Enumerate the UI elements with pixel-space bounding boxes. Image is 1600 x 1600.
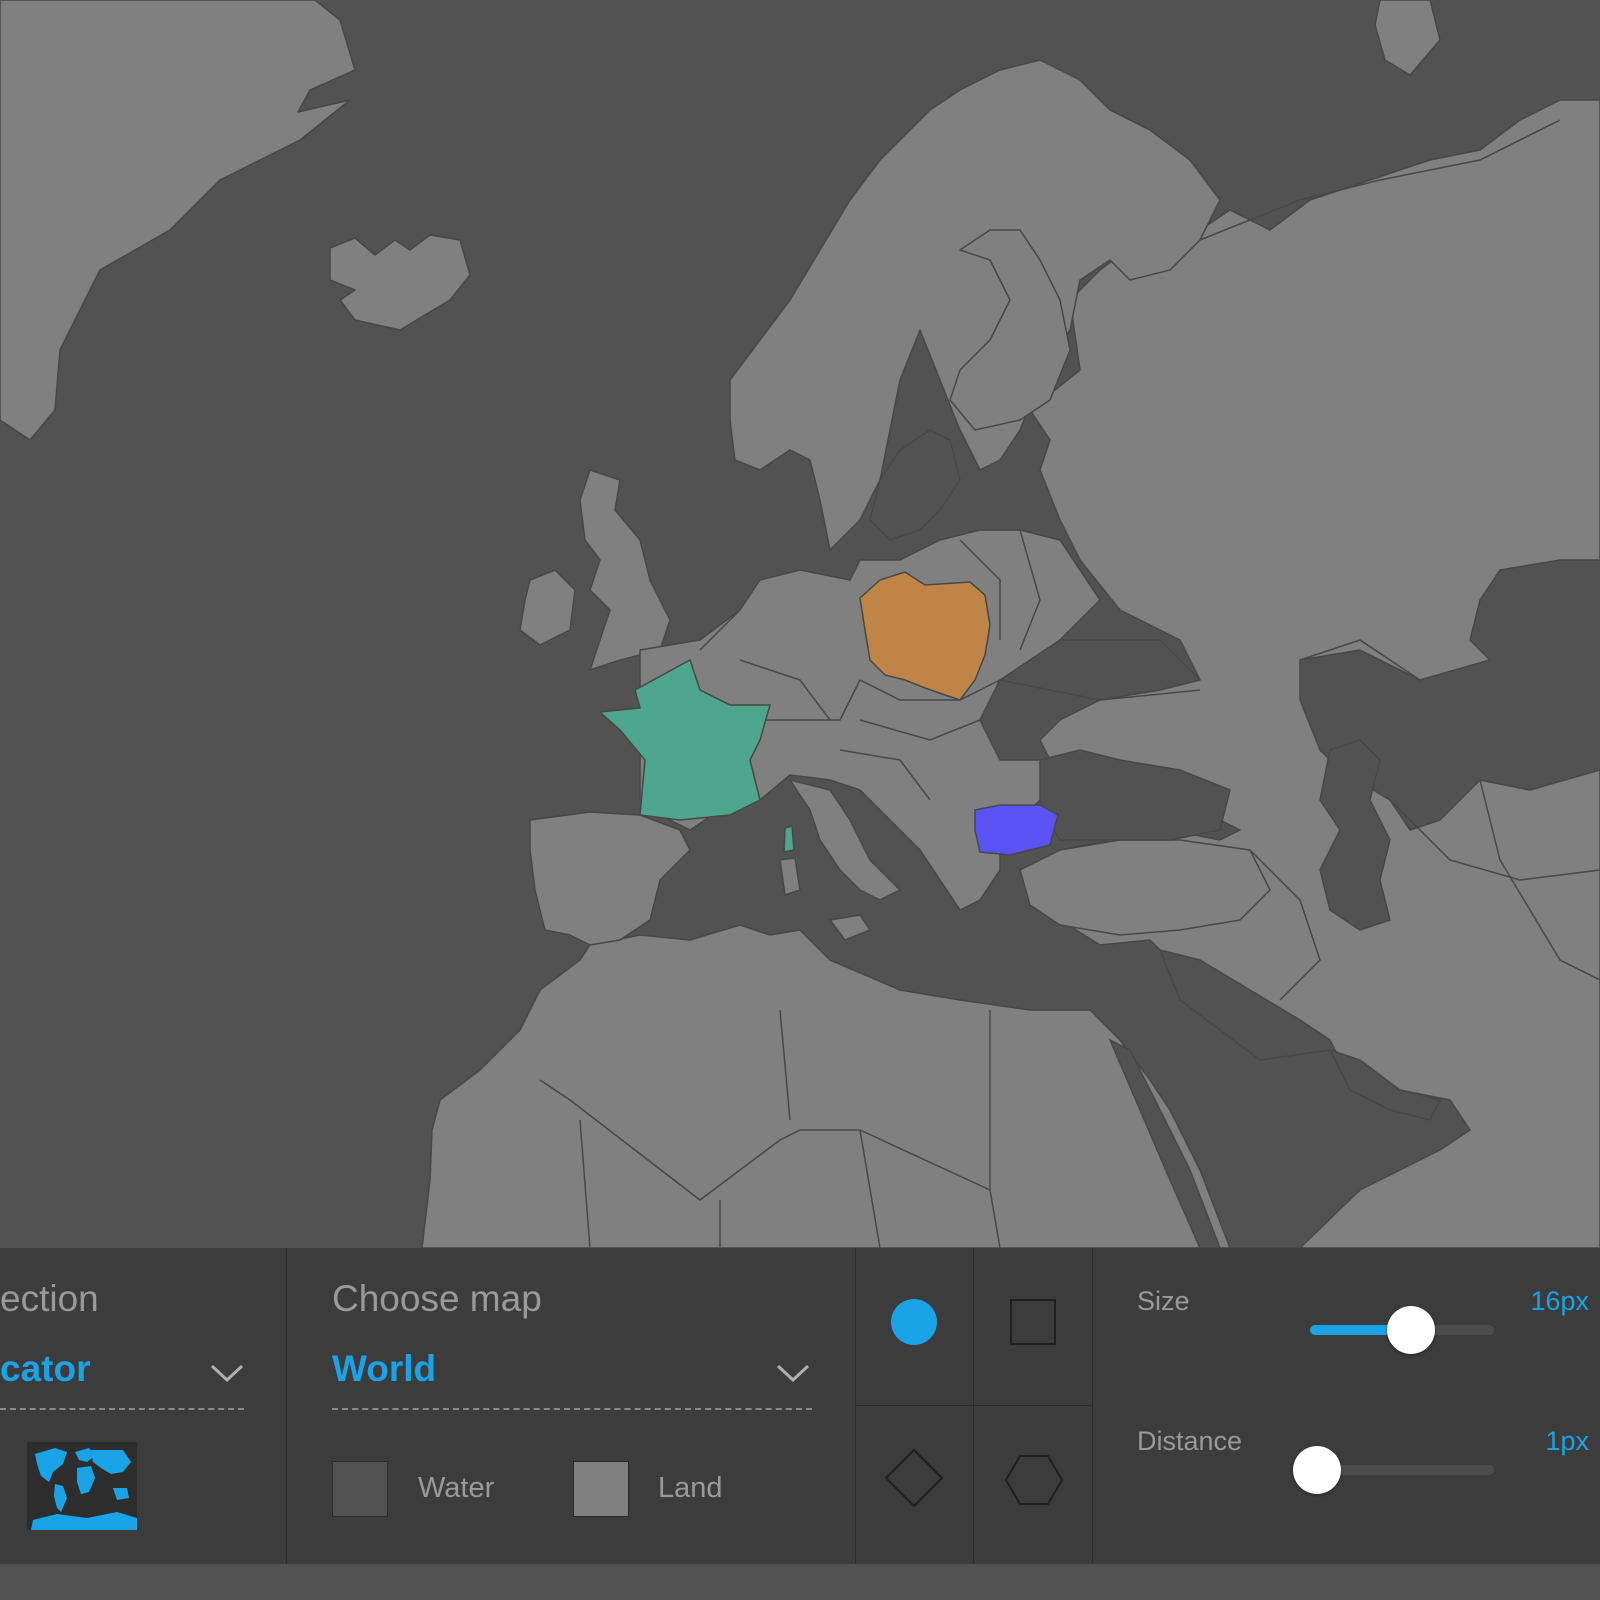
distance-value: 1px [1545, 1426, 1589, 1456]
size-slider-thumb[interactable] [1387, 1306, 1436, 1354]
projection-heading: ection [0, 1278, 99, 1319]
country-bulgaria[interactable] [974, 804, 1059, 856]
country-france-corsica[interactable] [783, 825, 795, 853]
shape-diamond-button[interactable] [856, 1406, 974, 1560]
land-iceland [329, 234, 471, 331]
map-choice-section: Choose map World Water Land [287, 1248, 855, 1564]
land-iberia [529, 811, 691, 946]
chevron-down-icon[interactable] [209, 1362, 245, 1384]
map-select-underline [332, 1408, 812, 1410]
distance-label: Distance [1137, 1426, 1243, 1456]
shape-square-button[interactable] [974, 1248, 1092, 1402]
land-sicily [829, 914, 871, 941]
projection-select[interactable]: cator [0, 1348, 90, 1390]
water-label: Water [418, 1472, 495, 1504]
projection-section: ection cator [0, 1248, 286, 1564]
land-label: Land [658, 1472, 723, 1504]
land-anatolia [1019, 839, 1271, 936]
distance-slider[interactable] [1293, 1446, 1494, 1494]
map-settings-panel: ection cator Choose map World Water Land… [0, 1248, 1600, 1564]
divider [973, 1248, 974, 1564]
land-arctic-island [1374, 0, 1441, 76]
land-sardinia [779, 857, 801, 896]
land-ireland [519, 569, 576, 646]
diamond-icon [884, 1448, 944, 1508]
water-color-swatch[interactable] [332, 1461, 388, 1517]
land-color-swatch[interactable] [573, 1461, 629, 1517]
divider [856, 1405, 1092, 1406]
shape-circle-button[interactable] [856, 1248, 974, 1402]
world-map-thumbnail-icon[interactable] [27, 1442, 137, 1530]
size-value: 16px [1530, 1286, 1589, 1316]
land-greenland [0, 0, 356, 441]
size-slider[interactable] [1310, 1306, 1494, 1354]
marker-shape-section [856, 1248, 1092, 1564]
shape-hexagon-button[interactable] [974, 1406, 1092, 1560]
sliders-section: Size 16px Distance 1px [1093, 1248, 1600, 1564]
chevron-down-icon[interactable] [775, 1362, 811, 1384]
map-choice-heading: Choose map [332, 1278, 542, 1319]
map-select[interactable]: World [332, 1348, 436, 1390]
distance-slider-thumb[interactable] [1293, 1446, 1342, 1494]
land-great-britain [579, 469, 671, 671]
square-icon [1010, 1299, 1056, 1345]
size-label: Size [1137, 1286, 1190, 1316]
hexagon-icon [1004, 1455, 1064, 1505]
circle-icon [891, 1299, 937, 1345]
projection-underline [0, 1408, 244, 1410]
